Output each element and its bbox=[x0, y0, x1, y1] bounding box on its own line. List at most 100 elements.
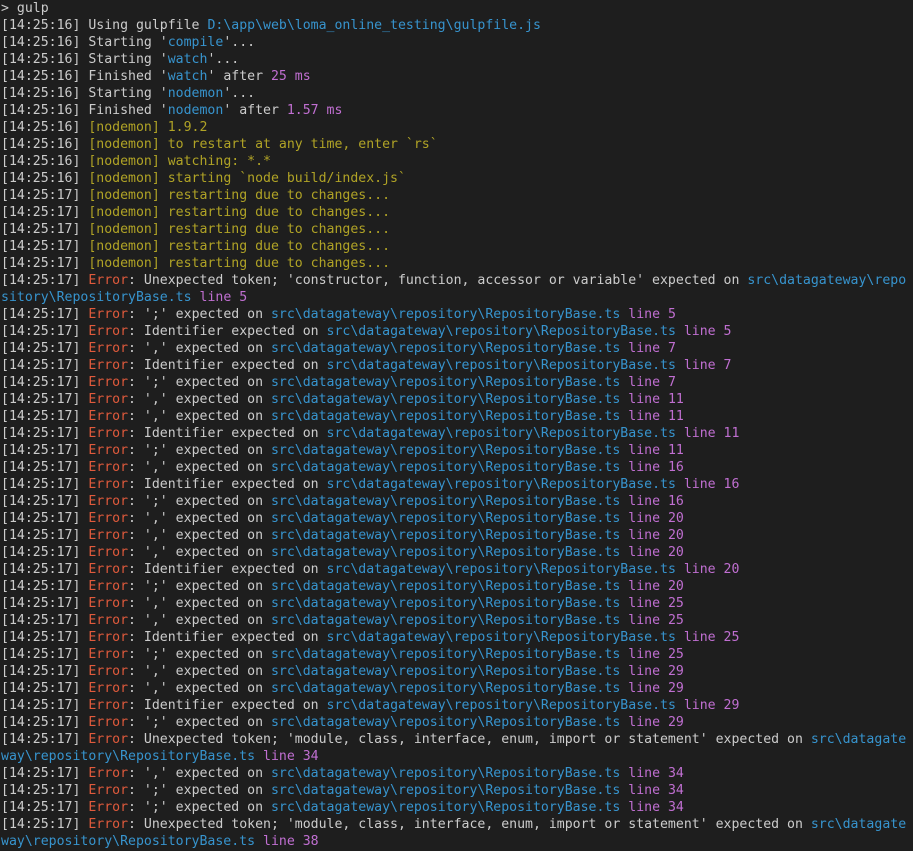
terminal-line: [14:25:17] Error: Unexpected token; 'mod… bbox=[1, 731, 913, 765]
path-text: src\datagateway\repository\RepositoryBas… bbox=[270, 392, 621, 407]
log-text: [14:25:17] bbox=[1, 205, 89, 220]
log-text: [14:25:17] bbox=[1, 545, 89, 560]
terminal-line: [14:25:17] [nodemon] restarting due to c… bbox=[1, 187, 913, 204]
log-text: [14:25:17] bbox=[1, 596, 89, 611]
log-text: : ',' expected on bbox=[128, 528, 271, 543]
log-text: [14:25:16] Finished ' bbox=[1, 69, 168, 84]
error-label: Error bbox=[88, 596, 129, 611]
path-text: src\datagateway\repository\RepositoryBas… bbox=[270, 545, 621, 560]
path-text: src\datagateway\repository\RepositoryBas… bbox=[270, 681, 621, 696]
log-text: [14:25:17] bbox=[1, 460, 89, 475]
log-text: : ',' expected on bbox=[128, 460, 271, 475]
number-text: line 11 bbox=[628, 409, 684, 424]
log-text: [14:25:17] bbox=[1, 307, 89, 322]
nodemon-text: [nodemon] restarting due to changes... bbox=[88, 256, 391, 271]
number-text: line 7 bbox=[628, 375, 676, 390]
terminal-line: [14:25:17] Error: Identifier expected on… bbox=[1, 629, 913, 646]
error-label: Error bbox=[88, 613, 129, 628]
terminal-line: [14:25:17] Error: ',' expected on src\da… bbox=[1, 510, 913, 527]
log-text: [14:25:17] bbox=[1, 732, 89, 747]
path-text: watch bbox=[167, 69, 208, 84]
number-text: line 29 bbox=[628, 664, 684, 679]
log-text: [14:25:17] bbox=[1, 273, 89, 288]
terminal-line: [14:25:16] [nodemon] 1.9.2 bbox=[1, 119, 913, 136]
log-text: [14:25:17] bbox=[1, 664, 89, 679]
error-label: Error bbox=[88, 392, 129, 407]
error-label: Error bbox=[88, 426, 129, 441]
log-text: : Identifier expected on bbox=[128, 426, 327, 441]
nodemon-text: [nodemon] restarting due to changes... bbox=[88, 239, 391, 254]
terminal-line: [14:25:17] [nodemon] restarting due to c… bbox=[1, 238, 913, 255]
number-text: line 29 bbox=[628, 681, 684, 696]
path-text: src\datagateway\repository\RepositoryBas… bbox=[270, 783, 621, 798]
log-text: [14:25:17] bbox=[1, 358, 89, 373]
log-text: : ';' expected on bbox=[128, 715, 271, 730]
terminal-output[interactable]: > gulp [14:25:16] Using gulpfile D:\app\w… bbox=[0, 0, 913, 851]
path-text: src\datagateway\repository\RepositoryBas… bbox=[270, 664, 621, 679]
log-text: : ',' expected on bbox=[128, 392, 271, 407]
terminal-line: [14:25:17] Error: ',' expected on src\da… bbox=[1, 408, 913, 425]
terminal-line: [14:25:17] Error: ',' expected on src\da… bbox=[1, 459, 913, 476]
error-label: Error bbox=[88, 307, 129, 322]
error-label: Error bbox=[88, 341, 129, 356]
number-text: line 16 bbox=[628, 460, 684, 475]
number-text: line 29 bbox=[628, 715, 684, 730]
log-text: [14:25:17] bbox=[1, 222, 89, 237]
log-text: [14:25:17] bbox=[1, 579, 89, 594]
terminal-line: [14:25:16] Starting 'compile'... bbox=[1, 34, 913, 51]
log-text: [14:25:17] bbox=[1, 443, 89, 458]
number-text: line 7 bbox=[628, 341, 676, 356]
terminal-line: [14:25:17] Error: ';' expected on src\da… bbox=[1, 578, 913, 595]
path-text: src\datagateway\repository\RepositoryBas… bbox=[270, 409, 621, 424]
terminal-line: > gulp bbox=[1, 0, 913, 17]
number-text: line 25 bbox=[628, 647, 684, 662]
error-label: Error bbox=[88, 273, 129, 288]
log-text: [14:25:17] bbox=[1, 647, 89, 662]
path-text: src\datagateway\repository\RepositoryBas… bbox=[270, 494, 621, 509]
log-text: : ',' expected on bbox=[128, 613, 271, 628]
error-label: Error bbox=[88, 630, 129, 645]
terminal-line: [14:25:17] Error: ',' expected on src\da… bbox=[1, 595, 913, 612]
log-text: '... bbox=[207, 52, 240, 67]
terminal-line: [14:25:17] Error: Identifier expected on… bbox=[1, 561, 913, 578]
terminal-line: [14:25:17] Error: ',' expected on src\da… bbox=[1, 340, 913, 357]
log-text: [14:25:17] bbox=[1, 528, 89, 543]
terminal-line: [14:25:17] Error: ',' expected on src\da… bbox=[1, 663, 913, 680]
log-text: [14:25:16] bbox=[1, 154, 89, 169]
log-text: : Identifier expected on bbox=[128, 630, 327, 645]
terminal-line: [14:25:17] Error: Identifier expected on… bbox=[1, 697, 913, 714]
path-text: src\datagateway\repository\RepositoryBas… bbox=[270, 528, 621, 543]
number-text: line 20 bbox=[628, 545, 684, 560]
number-text: line 11 bbox=[628, 392, 684, 407]
terminal-line: [14:25:17] Error: ',' expected on src\da… bbox=[1, 391, 913, 408]
error-label: Error bbox=[88, 732, 129, 747]
number-text: line 5 bbox=[628, 307, 676, 322]
terminal-line: [14:25:16] Starting 'nodemon'... bbox=[1, 85, 913, 102]
number-text: line 16 bbox=[683, 477, 740, 492]
terminal-line: [14:25:16] [nodemon] watching: *.* bbox=[1, 153, 913, 170]
log-text: [14:25:17] bbox=[1, 766, 89, 781]
terminal-line: [14:25:17] Error: ';' expected on src\da… bbox=[1, 714, 913, 731]
error-label: Error bbox=[88, 375, 129, 390]
path-text: src\datagateway\repository\RepositoryBas… bbox=[270, 460, 621, 475]
log-text: [14:25:17] bbox=[1, 511, 89, 526]
path-text: D:\app\web\loma_online_testing\gulpfile.… bbox=[207, 18, 541, 33]
log-text: [14:25:17] bbox=[1, 375, 89, 390]
log-text: [14:25:17] bbox=[1, 613, 89, 628]
terminal-line: [14:25:17] Error: ';' expected on src\da… bbox=[1, 493, 913, 510]
error-label: Error bbox=[88, 579, 129, 594]
log-text: : Identifier expected on bbox=[128, 698, 327, 713]
log-text: : ';' expected on bbox=[128, 800, 271, 815]
number-text: line 16 bbox=[628, 494, 684, 509]
log-text: [14:25:16] bbox=[1, 120, 89, 135]
nodemon-text: [nodemon] starting `node build/index.js` bbox=[88, 171, 406, 186]
terminal-line: [14:25:17] Error: ',' expected on src\da… bbox=[1, 765, 913, 782]
nodemon-text: [nodemon] to restart at any time, enter … bbox=[88, 137, 438, 152]
log-text: : ';' expected on bbox=[128, 494, 271, 509]
log-text: [14:25:17] bbox=[1, 681, 89, 696]
number-text: line 7 bbox=[683, 358, 732, 373]
path-text: nodemon bbox=[167, 103, 224, 118]
